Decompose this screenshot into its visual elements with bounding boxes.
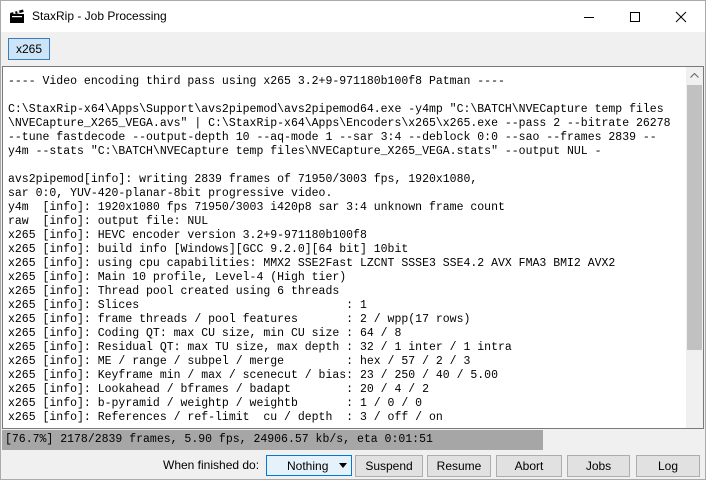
scroll-up-button[interactable] <box>686 67 703 84</box>
close-button[interactable] <box>658 1 704 32</box>
log-line: y4m [info]: 1920x1080 fps 71950/3003 i42… <box>8 201 505 214</box>
when-finished-dropdown[interactable]: Nothing <box>266 455 352 476</box>
maximize-button[interactable] <box>612 1 658 32</box>
log-line: C:\StaxRip-x64\Apps\Support\avs2pipemod\… <box>8 103 664 116</box>
log-line: x265 [info]: Slices : 1 <box>8 299 367 312</box>
tab-x265[interactable]: x265 <box>8 38 50 60</box>
vertical-scrollbar[interactable] <box>686 67 703 428</box>
log-line: \NVECapture_X265_VEGA.avs" | C:\StaxRip-… <box>8 117 671 130</box>
log-line: --tune fastdecode --output-depth 10 --aq… <box>8 131 657 144</box>
log-line: y4m --stats "C:\BATCH\NVECapture temp fi… <box>8 145 602 158</box>
minimize-icon <box>584 17 594 18</box>
suspend-button[interactable]: Suspend <box>355 455 423 477</box>
log-line: x265 [info]: using cpu capabilities: MMX… <box>8 257 616 270</box>
maximize-icon <box>630 12 640 22</box>
minimize-button[interactable] <box>566 1 612 32</box>
log-line: x265 [info]: HEVC encoder version 3.2+9-… <box>8 229 367 242</box>
when-finished-value: Nothing <box>287 459 329 473</box>
log-line: x265 [info]: Main 10 profile, Level-4 (H… <box>8 271 347 284</box>
close-icon <box>675 11 687 23</box>
progress-status-bar: [76.7%] 2178/2839 frames, 5.90 fps, 2490… <box>2 430 543 450</box>
log-line: x265 [info]: References / ref-limit cu /… <box>8 411 443 424</box>
log-line: avs2pipemod[info]: writing 2839 frames o… <box>8 173 478 186</box>
window-title: StaxRip - Job Processing <box>32 9 167 23</box>
log-button[interactable]: Log <box>636 455 700 477</box>
log-line: raw [info]: output file: NUL <box>8 215 209 228</box>
log-line: x265 [info]: Lookahead / bframes / badap… <box>8 383 429 396</box>
resume-button[interactable]: Resume <box>427 455 491 477</box>
when-finished-label: When finished do: <box>163 458 260 472</box>
log-line: sar 0:0, YUV-420-planar-8bit progressive… <box>8 187 333 200</box>
log-line: ---- Video encoding third pass using x26… <box>8 75 505 88</box>
progress-status-text: [76.7%] 2178/2839 frames, 5.90 fps, 2490… <box>5 433 433 446</box>
dropdown-arrow-icon <box>339 463 347 468</box>
log-line: x265 [info]: Residual QT: max TU size, m… <box>8 341 512 354</box>
log-line: x265 [info]: b-pyramid / weightp / weigh… <box>8 397 423 410</box>
title-bar[interactable]: StaxRip - Job Processing <box>1 1 705 32</box>
job-processing-window: StaxRip - Job Processing x265 ---- Video… <box>0 0 706 480</box>
scroll-thumb[interactable] <box>687 85 702 350</box>
log-line: x265 [info]: Coding QT: max CU size, min… <box>8 327 402 340</box>
log-text-area: ---- Video encoding third pass using x26… <box>8 75 686 427</box>
jobs-button[interactable]: Jobs <box>567 455 630 477</box>
clapperboard-icon <box>9 8 25 24</box>
chevron-up-icon <box>690 73 699 78</box>
log-line: x265 [info]: build info [Windows][GCC 9.… <box>8 243 409 256</box>
log-line: x265 [info]: frame threads / pool featur… <box>8 313 471 326</box>
abort-button[interactable]: Abort <box>496 455 562 477</box>
log-line: x265 [info]: Thread pool created using 6… <box>8 285 340 298</box>
log-line: x265 [info]: ME / range / subpel / merge… <box>8 355 471 368</box>
log-line: x265 [info]: Keyframe min / max / scenec… <box>8 369 498 382</box>
log-output[interactable]: ---- Video encoding third pass using x26… <box>2 66 704 429</box>
